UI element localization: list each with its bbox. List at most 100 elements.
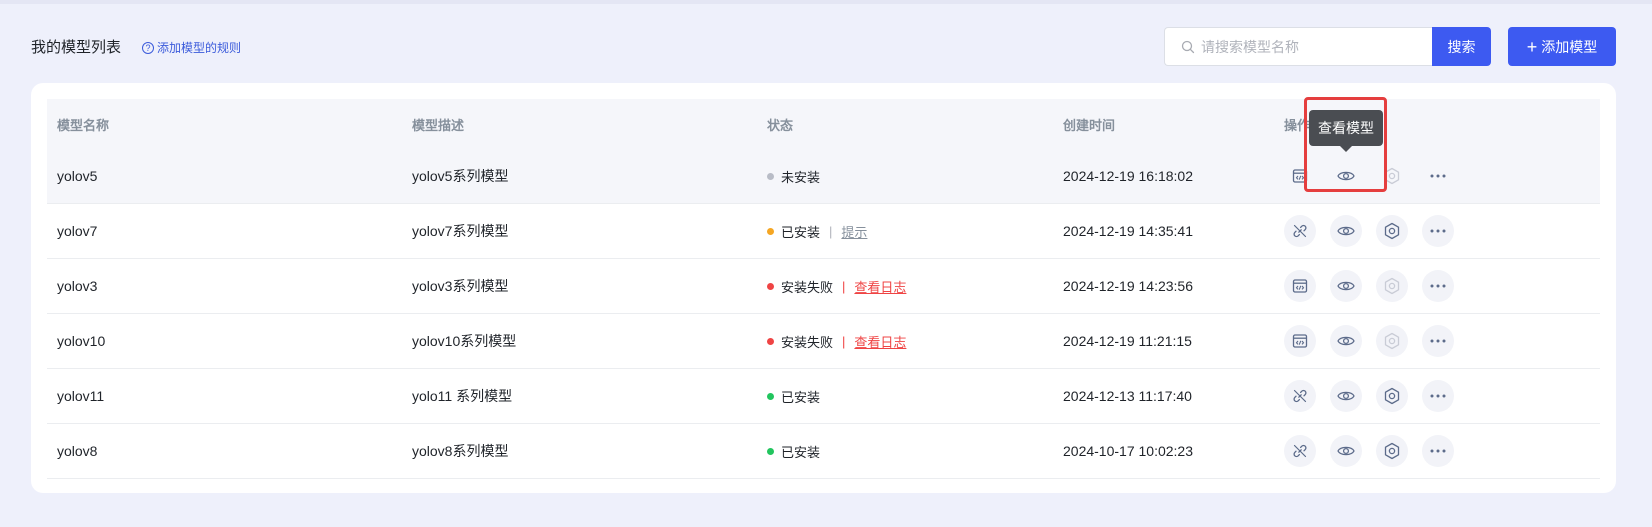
model-name: yolov3 xyxy=(57,278,98,294)
model-status: 安装失败 | 查看日志 xyxy=(757,277,1053,296)
rules-link[interactable]: ? 添加模型的规则 xyxy=(142,39,241,56)
deploy-button[interactable] xyxy=(1284,270,1316,302)
model-description: yolov5系列模型 xyxy=(412,168,509,184)
model-name: yolov10 xyxy=(57,333,106,349)
view-model-button[interactable] xyxy=(1330,325,1362,357)
view-model-button[interactable] xyxy=(1330,380,1362,412)
deploy-button[interactable] xyxy=(1284,325,1316,357)
view-log-link[interactable]: 查看日志 xyxy=(854,332,906,351)
top-bar xyxy=(0,0,1652,4)
settings-button[interactable] xyxy=(1376,325,1408,357)
table-row: yolov8 yolov8系列模型 已安装 2024-10-17 10:02:2… xyxy=(47,424,1600,479)
status-text: 未安装 xyxy=(781,169,821,185)
table-row: yolov11 yolo11 系列模型 已安装 2024-12-13 11:17… xyxy=(47,369,1600,424)
settings-button[interactable] xyxy=(1376,270,1408,302)
status-dot xyxy=(767,282,774,290)
column-header-description: 模型描述 xyxy=(412,117,465,133)
eye-icon xyxy=(1337,444,1355,458)
more-button[interactable] xyxy=(1422,270,1454,302)
row-actions xyxy=(1274,215,1600,247)
more-button[interactable] xyxy=(1422,380,1454,412)
settings-icon xyxy=(1383,167,1401,185)
more-button[interactable] xyxy=(1422,435,1454,467)
column-header-status: 状态 xyxy=(767,117,794,133)
more-icon xyxy=(1430,339,1446,343)
more-icon xyxy=(1430,174,1446,178)
created-time: 2024-12-13 11:17:40 xyxy=(1063,388,1192,404)
unbind-button[interactable] xyxy=(1284,380,1316,412)
model-description: yolov10系列模型 xyxy=(412,333,517,349)
search-icon xyxy=(1181,40,1195,53)
table-row: yolov10 yolov10系列模型 安装失败 | 查看日志 2024-12-1… xyxy=(47,314,1600,369)
search-input[interactable] xyxy=(1201,38,1421,55)
created-time: 2024-12-19 11:21:15 xyxy=(1063,333,1192,349)
search-box xyxy=(1164,27,1432,66)
more-icon xyxy=(1430,449,1446,453)
code-window-icon xyxy=(1292,278,1308,294)
row-actions xyxy=(1274,270,1600,302)
eye-icon xyxy=(1337,389,1355,403)
settings-icon xyxy=(1383,222,1401,240)
model-status: 已安装 xyxy=(757,442,1053,461)
model-status: 已安装 | 提示 xyxy=(757,222,1053,241)
code-window-icon xyxy=(1292,168,1308,184)
add-model-button[interactable]: + 添加模型 xyxy=(1508,27,1616,66)
settings-icon xyxy=(1383,442,1401,460)
status-dot xyxy=(767,447,774,455)
model-description: yolov8系列模型 xyxy=(412,443,509,459)
view-model-button[interactable] xyxy=(1330,435,1362,467)
status-text: 已安装 xyxy=(781,389,821,405)
unbind-button[interactable] xyxy=(1284,215,1316,247)
status-dot xyxy=(767,227,774,235)
status-text: 已安装 xyxy=(781,224,821,240)
model-name: yolov5 xyxy=(57,168,98,184)
rules-link-label: 添加模型的规则 xyxy=(157,41,242,55)
more-button[interactable] xyxy=(1422,160,1454,192)
eye-icon xyxy=(1337,334,1355,348)
row-actions xyxy=(1274,325,1600,357)
settings-icon xyxy=(1383,277,1401,295)
model-status: 未安装 xyxy=(757,167,1053,186)
created-time: 2024-12-19 14:23:56 xyxy=(1063,278,1193,294)
plus-icon: + xyxy=(1526,36,1538,57)
status-separator: | xyxy=(829,223,833,239)
view-model-button[interactable] xyxy=(1330,160,1362,192)
model-name: yolov11 xyxy=(57,388,105,404)
created-time: 2024-12-19 14:35:41 xyxy=(1063,223,1193,239)
unbind-button[interactable] xyxy=(1284,435,1316,467)
row-actions xyxy=(1274,160,1600,192)
status-dot xyxy=(767,337,774,345)
page-title: 我的模型列表 xyxy=(31,39,122,56)
model-status: 已安装 xyxy=(757,387,1053,406)
table-row: yolov5 yolov5系列模型 未安装 2024-12-19 16:18:0… xyxy=(47,149,1600,204)
more-icon xyxy=(1430,229,1446,233)
more-icon xyxy=(1430,394,1446,398)
search-button[interactable]: 搜索 xyxy=(1432,27,1491,66)
more-button[interactable] xyxy=(1422,325,1454,357)
created-time: 2024-12-19 16:18:02 xyxy=(1063,168,1193,184)
model-description: yolo11 系列模型 xyxy=(412,388,513,404)
column-header-created-time: 创建时间 xyxy=(1063,117,1116,133)
status-dot xyxy=(767,172,774,180)
view-log-link[interactable]: 查看日志 xyxy=(854,277,906,296)
code-window-icon xyxy=(1292,333,1308,349)
settings-button[interactable] xyxy=(1376,380,1408,412)
more-icon xyxy=(1430,284,1446,288)
settings-button[interactable] xyxy=(1376,215,1408,247)
row-actions xyxy=(1274,380,1600,412)
view-model-button[interactable] xyxy=(1330,215,1362,247)
settings-button[interactable] xyxy=(1376,160,1408,192)
table-body: yolov5 yolov5系列模型 未安装 2024-12-19 16:18:0… xyxy=(47,149,1600,479)
model-table: 模型名称 模型描述 状态 创建时间 操作 yolov5 yolov5系列模型 未… xyxy=(47,99,1600,479)
hint-link[interactable]: 提示 xyxy=(841,222,867,241)
eye-icon xyxy=(1337,224,1355,238)
model-description: yolov3系列模型 xyxy=(412,278,509,294)
unlink-icon xyxy=(1292,443,1308,459)
more-button[interactable] xyxy=(1422,215,1454,247)
view-model-tooltip: 查看模型 xyxy=(1309,110,1383,152)
settings-icon xyxy=(1383,387,1401,405)
view-model-button[interactable] xyxy=(1330,270,1362,302)
column-header-name: 模型名称 xyxy=(57,117,110,133)
deploy-button[interactable] xyxy=(1284,160,1316,192)
settings-button[interactable] xyxy=(1376,435,1408,467)
